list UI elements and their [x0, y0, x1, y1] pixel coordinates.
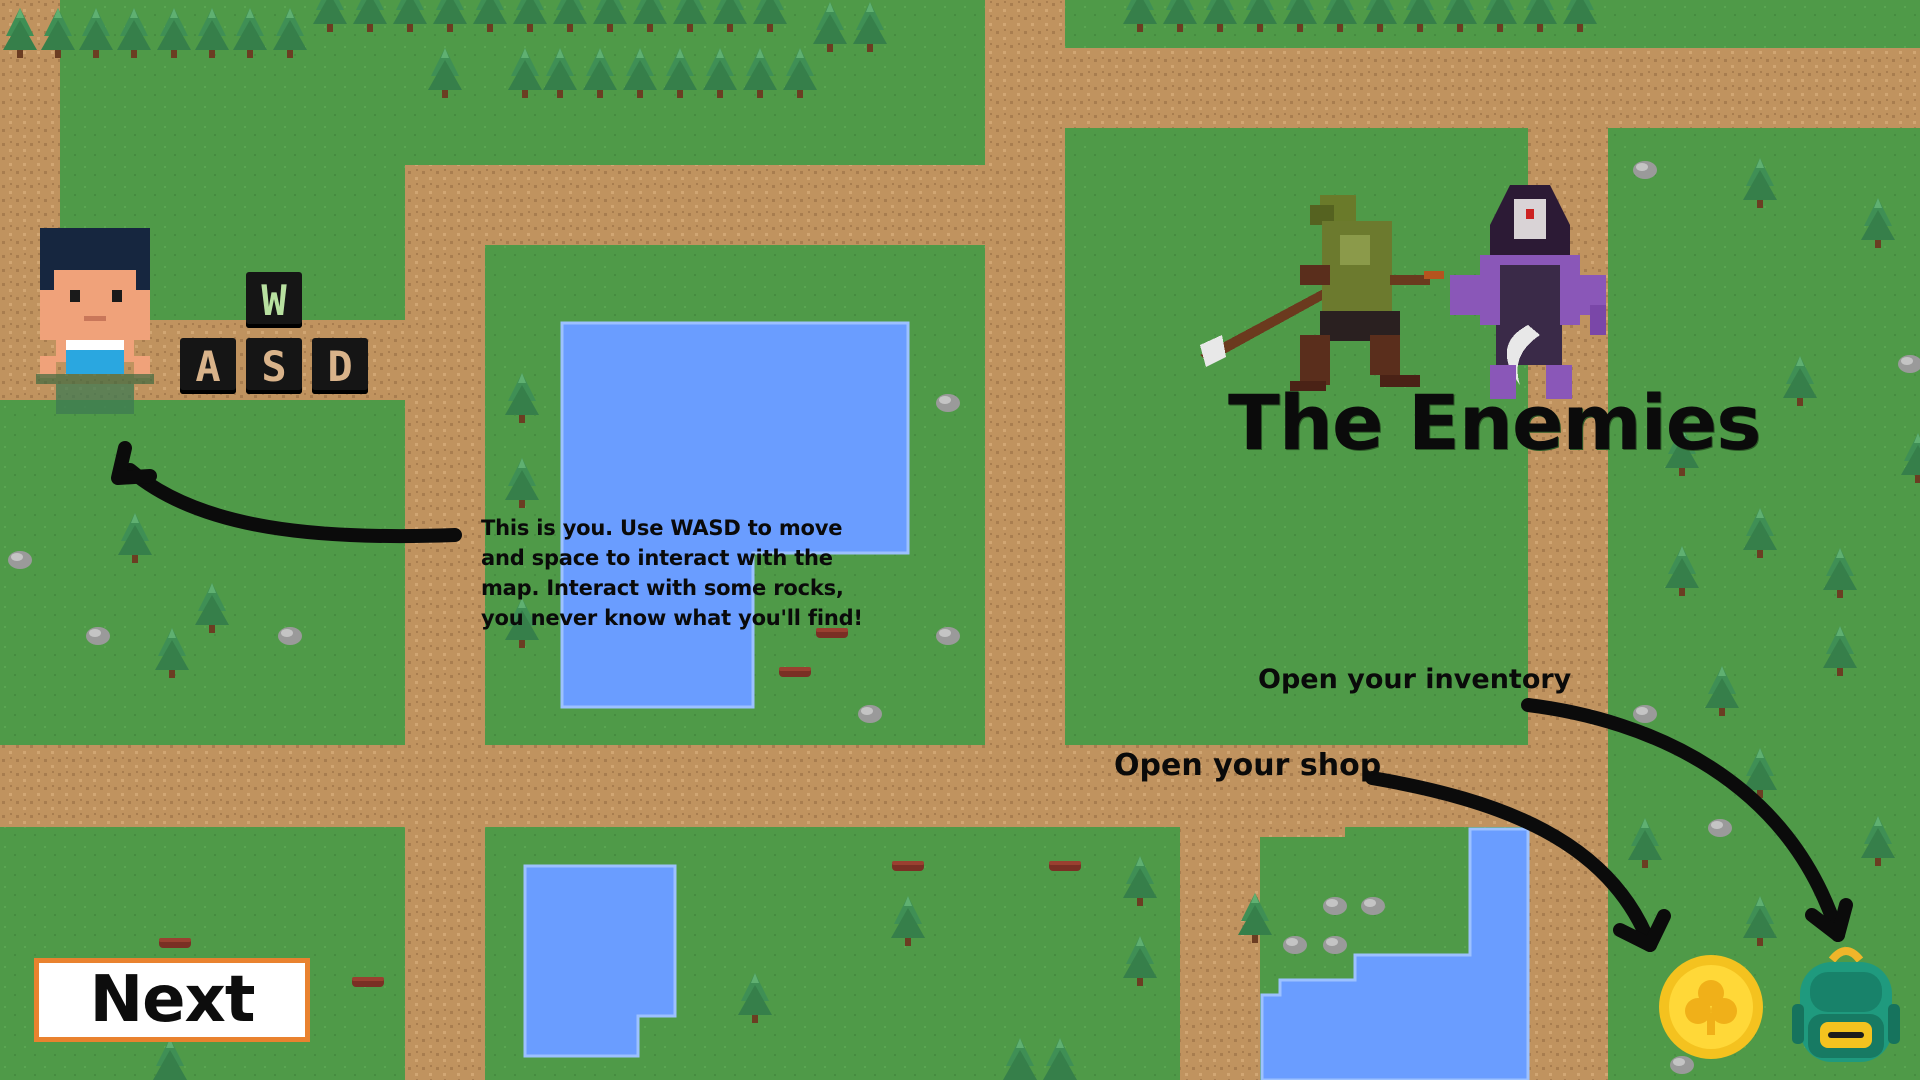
world-map	[0, 0, 1920, 1080]
key-w: W	[246, 272, 302, 328]
key-d: D	[312, 338, 368, 394]
backpack-icon[interactable]	[1792, 944, 1900, 1066]
key-s: S	[246, 338, 302, 394]
next-button-label: Next	[89, 963, 256, 1037]
inventory-hint: Open your inventory	[1258, 664, 1572, 695]
hooded-wraith-icon	[1450, 185, 1606, 399]
player-character-icon	[36, 228, 154, 414]
enemies-title: The Enemies	[1228, 378, 1762, 467]
shop-hint: Open your shop	[1114, 748, 1382, 783]
goblin-spearman-icon	[1200, 195, 1444, 391]
game-stage: W A S D The Enemies This is you. Use WAS…	[0, 0, 1920, 1080]
next-button[interactable]: Next	[34, 958, 310, 1042]
tutorial-text: This is you. Use WASD to move and space …	[481, 516, 863, 630]
key-a: A	[180, 338, 236, 394]
gold-coin-icon[interactable]	[1657, 953, 1765, 1061]
